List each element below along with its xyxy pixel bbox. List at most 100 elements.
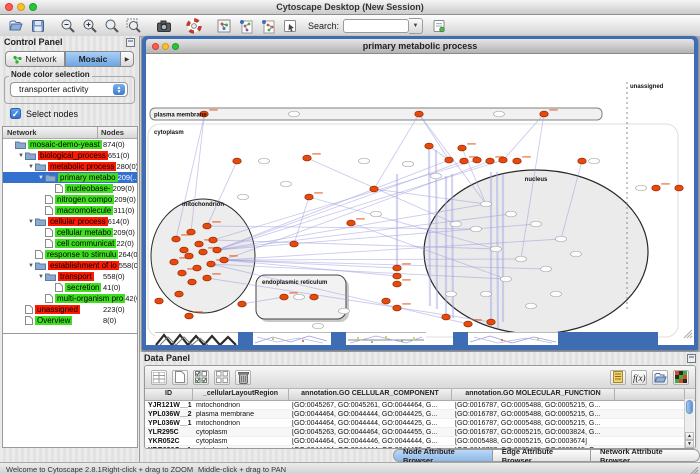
network-node[interactable] — [155, 298, 163, 304]
network-node[interactable] — [393, 281, 401, 287]
tree-row[interactable]: ▼establishment of lo558(0) — [3, 260, 137, 271]
tab-network[interactable]: Network — [5, 51, 65, 67]
open-file-icon[interactable] — [8, 18, 24, 34]
search-dropdown-button[interactable]: ▼ — [409, 18, 423, 34]
network-node[interactable] — [180, 247, 188, 253]
table-row[interactable]: YLR295Ccytoplasm[GO:0045263, GO:0044464,… — [145, 428, 695, 437]
table-row[interactable]: YJR121W__1mitochondrion[GO:0045267, GO:0… — [145, 401, 695, 410]
network-node[interactable] — [290, 241, 298, 247]
network-node[interactable] — [207, 261, 215, 267]
network-node[interactable] — [238, 301, 246, 307]
attribute-batch-icon[interactable] — [610, 370, 626, 385]
network-node[interactable] — [473, 157, 481, 163]
tab-mosaic[interactable]: Mosaic — [65, 51, 121, 67]
network-frame-titlebar[interactable]: primary metabolic process — [146, 39, 694, 54]
zoom-selected-icon[interactable] — [126, 18, 142, 34]
network-node[interactable] — [170, 259, 178, 265]
tab-overflow-arrow[interactable]: ▶ — [121, 51, 134, 67]
network-node[interactable] — [370, 186, 378, 192]
birds-eye-view[interactable] — [2, 333, 138, 448]
network-node[interactable] — [513, 158, 521, 164]
network-node[interactable] — [175, 291, 183, 297]
column-header[interactable]: _cellularLayoutRegion — [193, 389, 289, 400]
network-node[interactable] — [540, 111, 548, 117]
float-panel-icon[interactable] — [687, 354, 696, 363]
help-icon[interactable] — [186, 18, 202, 34]
network-node[interactable] — [347, 220, 355, 226]
tree-expander-icon[interactable]: ▼ — [27, 164, 35, 170]
tree-row[interactable]: unassigned223(0) — [3, 304, 137, 315]
network-node[interactable] — [305, 194, 313, 200]
column-header[interactable]: ID — [145, 389, 193, 400]
scrollbar-thumb[interactable] — [686, 400, 693, 414]
tree-col-nodes[interactable]: Nodes — [97, 127, 137, 138]
apply-layout-a-icon[interactable] — [238, 18, 254, 34]
network-node[interactable] — [209, 237, 217, 243]
network-node[interactable] — [460, 158, 468, 164]
tree-row[interactable]: nucleobase-209(0) — [3, 183, 137, 194]
table-scrollbar[interactable]: ▲ ▼ — [684, 399, 694, 448]
background-frame-thumbnail[interactable] — [253, 332, 331, 345]
background-frame-edge[interactable] — [558, 332, 658, 345]
background-frame-thumbnail[interactable] — [468, 332, 558, 345]
tree-expander-icon[interactable]: ▼ — [17, 153, 25, 159]
network-node[interactable] — [464, 321, 472, 327]
network-node[interactable] — [188, 279, 196, 285]
zoom-out-icon[interactable] — [60, 18, 76, 34]
network-node[interactable] — [199, 249, 207, 255]
tree-expander-icon[interactable]: ▼ — [27, 219, 35, 225]
tab-edge-attribute-browser[interactable]: Edge Attribute Browser — [493, 449, 591, 462]
network-node[interactable] — [382, 298, 390, 304]
frame-resize-grip[interactable] — [681, 326, 693, 344]
network-node[interactable] — [187, 229, 195, 235]
network-node[interactable] — [425, 143, 433, 149]
search-input[interactable] — [343, 19, 409, 33]
network-node[interactable] — [415, 111, 423, 117]
tree-row[interactable]: cellular metabo209(0) — [3, 227, 137, 238]
column-header[interactable]: annotation.GO MOLECULAR_FUNCTION — [452, 389, 615, 400]
table-row[interactable]: YKR052Ccytoplasm[GO:0044464, GO:0044446,… — [145, 437, 695, 446]
background-frame-edge[interactable] — [238, 332, 253, 345]
network-node[interactable] — [310, 294, 318, 300]
network-node[interactable] — [220, 257, 228, 263]
tree-row[interactable]: Overview8(0) — [3, 315, 137, 326]
network-node[interactable] — [393, 273, 401, 279]
background-frame-edge[interactable] — [453, 332, 468, 345]
zoom-in-icon[interactable] — [82, 18, 98, 34]
network-node[interactable] — [652, 185, 660, 191]
network-node[interactable] — [393, 265, 401, 271]
network-frame[interactable]: primary metabolic process plasma membran… — [142, 36, 698, 350]
tree-row[interactable]: macromolecule311(0) — [3, 205, 137, 216]
network-node[interactable] — [178, 270, 186, 276]
heatmap-icon[interactable] — [673, 370, 689, 385]
network-node[interactable] — [233, 158, 241, 164]
search-options-icon[interactable] — [431, 18, 447, 34]
import-attributes-icon[interactable] — [652, 370, 668, 385]
tree-row[interactable]: ▼transport558(0) — [3, 271, 137, 282]
network-graph[interactable]: plasma membranecytoplasmmitochondrionnuc… — [146, 54, 694, 345]
background-frame-thumbnail[interactable] — [346, 332, 426, 345]
tree-row[interactable]: response to stimulu264(0) — [3, 249, 137, 260]
network-node[interactable] — [458, 145, 466, 151]
new-attribute-icon[interactable] — [172, 370, 188, 385]
tree-row[interactable]: multi-organism pro42(0) — [3, 293, 137, 304]
column-header[interactable]: annotation.GO CELLULAR_COMPONENT — [289, 389, 452, 400]
formula-builder-icon[interactable]: f(x) — [631, 370, 647, 385]
tree-row[interactable]: cell communicat22(0) — [3, 238, 137, 249]
network-node[interactable] — [203, 223, 211, 229]
network-node[interactable] — [185, 313, 193, 319]
annotation-icon[interactable] — [282, 18, 298, 34]
network-overview-icon[interactable] — [216, 18, 232, 34]
unselect-all-attributes-icon[interactable] — [214, 370, 230, 385]
network-node[interactable] — [193, 265, 201, 271]
scroll-up-button[interactable]: ▲ — [685, 432, 694, 440]
tree-row[interactable]: mosaic-demo-yeast874(0) — [3, 139, 137, 150]
background-frame-thumbnail[interactable] — [155, 332, 238, 345]
float-panel-icon[interactable] — [126, 38, 135, 47]
network-node[interactable] — [393, 305, 401, 311]
network-node[interactable] — [203, 275, 211, 281]
network-node[interactable] — [675, 185, 683, 191]
save-session-icon[interactable] — [30, 18, 46, 34]
tab-node-attribute-browser[interactable]: Node Attribute Browser — [393, 449, 493, 462]
network-node[interactable] — [303, 155, 311, 161]
